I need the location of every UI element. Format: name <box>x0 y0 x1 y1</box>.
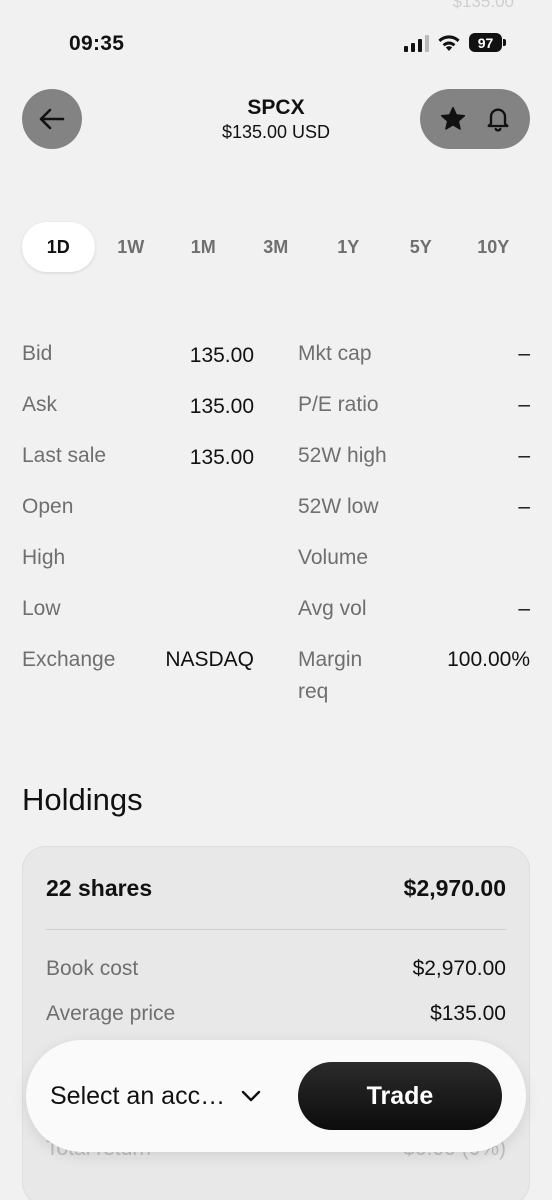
tab-3m[interactable]: 3M <box>240 222 313 272</box>
tab-1d[interactable]: 1D <box>22 222 95 272</box>
holdings-shares: 22 shares <box>46 875 153 901</box>
divider <box>46 929 506 930</box>
stat-value-mkt-cap: – <box>518 342 530 365</box>
wifi-icon <box>438 34 460 51</box>
book-cost-value: $2,970.00 <box>412 957 506 980</box>
account-select-label: Select an acc… <box>50 1081 226 1110</box>
status-icons: 97 <box>404 33 506 52</box>
stat-value-margin-req: 100.00% <box>447 648 530 671</box>
stat-value-bid: 135.00 <box>189 344 254 367</box>
tab-5y[interactable]: 5Y <box>385 222 458 272</box>
tab-10y[interactable]: 10Y <box>457 222 530 272</box>
scrolled-ghost-text: $135.00 <box>452 0 514 11</box>
battery-icon: 97 <box>469 33 506 52</box>
tab-1y[interactable]: 1Y <box>312 222 385 272</box>
stat-label-low: Low <box>22 597 61 620</box>
stat-value-pe-ratio: – <box>518 393 530 416</box>
bell-icon[interactable] <box>484 105 512 133</box>
book-cost-label: Book cost <box>46 957 139 980</box>
holdings-heading: Holdings <box>22 782 143 817</box>
stat-value-exchange: NASDAQ <box>165 648 254 671</box>
stat-label-mkt-cap: Mkt cap <box>298 342 372 365</box>
tab-1w[interactable]: 1W <box>95 222 168 272</box>
holdings-market-value: $2,970.00 <box>403 875 506 901</box>
cellular-signal-icon <box>404 34 429 52</box>
stat-value-ask: 135.00 <box>189 395 254 418</box>
stat-label-last-sale: Last sale <box>22 444 107 467</box>
status-time: 09:35 <box>69 32 125 55</box>
stat-value-52w-low: – <box>518 495 530 518</box>
stock-detail-screen: $135.00 09:35 97 SPCX $135.00 USD 1D 1W … <box>0 0 552 1200</box>
stat-label-open: Open <box>22 495 74 518</box>
trade-bar: Select an acc… Trade <box>26 1040 526 1152</box>
header-actions <box>420 89 530 149</box>
stat-value-52w-high: – <box>518 444 530 467</box>
stat-label-high: High <box>22 546 66 569</box>
range-tabs: 1D 1W 1M 3M 1Y 5Y 10Y <box>22 222 530 272</box>
stat-label-margin-req: Margin <box>298 648 363 671</box>
stat-label-pe-ratio: P/E ratio <box>298 393 379 416</box>
stat-label-margin-req-line2: req <box>298 680 329 703</box>
stat-label-52w-low: 52W low <box>298 495 379 518</box>
average-price-value: $135.00 <box>430 1002 506 1025</box>
stat-label-52w-high: 52W high <box>298 444 387 467</box>
stat-label-avg-vol: Avg vol <box>298 597 367 620</box>
stat-label-ask: Ask <box>22 393 58 416</box>
stat-label-exchange: Exchange <box>22 648 116 671</box>
chevron-down-icon <box>241 1090 261 1102</box>
average-price-label: Average price <box>46 1002 176 1025</box>
stat-value-last-sale: 135.00 <box>189 446 254 469</box>
stat-label-volume: Volume <box>298 546 369 569</box>
stat-value-avg-vol: – <box>518 597 530 620</box>
star-icon[interactable] <box>439 105 467 133</box>
stat-label-bid: Bid <box>22 342 53 365</box>
account-select[interactable]: Select an acc… <box>26 1040 288 1152</box>
trade-button[interactable]: Trade <box>298 1062 502 1130</box>
battery-level: 97 <box>469 33 502 52</box>
tab-1m[interactable]: 1M <box>167 222 240 272</box>
